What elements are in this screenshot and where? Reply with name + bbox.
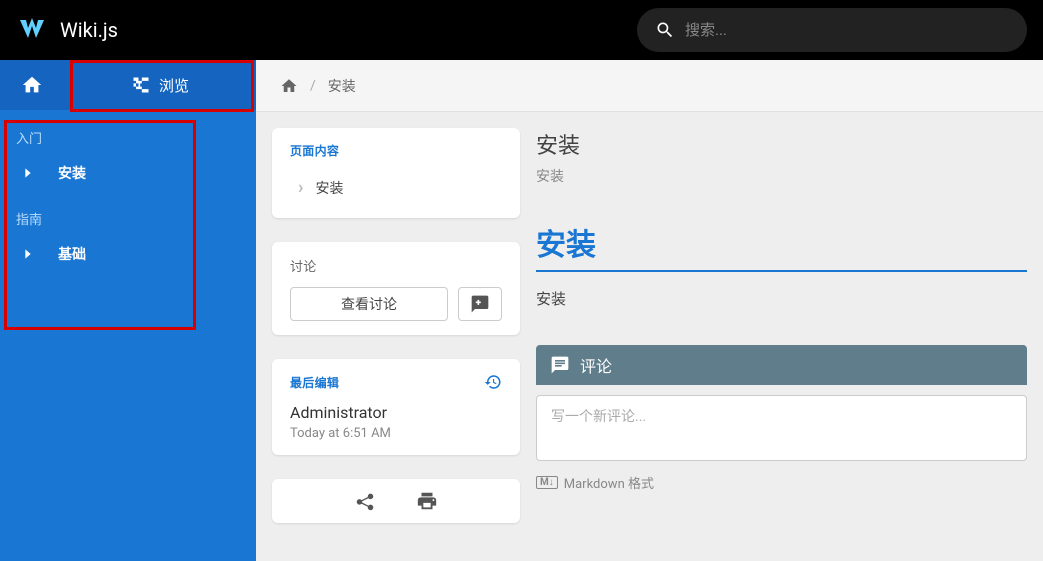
- breadcrumb-current[interactable]: 安装: [328, 76, 356, 96]
- markdown-hint: M↓ Markdown 格式: [536, 473, 1027, 492]
- home-icon: [21, 74, 43, 96]
- toc-header: 页面内容: [290, 142, 502, 159]
- last-edit-header: 最后编辑: [290, 373, 502, 391]
- sidebar-section-title: 入门: [0, 110, 256, 155]
- breadcrumb-sep: /: [310, 78, 316, 94]
- markdown-hint-text: Markdown 格式: [564, 473, 654, 492]
- last-edit-label: 最后编辑: [290, 374, 339, 391]
- sidebar-section-title: 指南: [0, 191, 256, 236]
- sidebar-item-basics[interactable]: 基础: [0, 236, 256, 272]
- discussion-header: 讨论: [290, 256, 502, 275]
- sidebar-item-install[interactable]: 安装: [0, 155, 256, 191]
- discussion-row: 查看讨论: [290, 287, 502, 321]
- browse-tree-icon: [131, 75, 151, 95]
- page-title-block: 安装 安装: [536, 128, 1027, 186]
- top-bar: Wiki.js: [0, 0, 1043, 60]
- last-edit-card: 最后编辑 Administrator Today at 6:51 AM: [272, 359, 520, 455]
- sidebar-nav: 浏览: [0, 60, 256, 110]
- action-row: [272, 479, 520, 523]
- chevron-right-icon: [20, 246, 36, 262]
- last-edit-author: Administrator: [290, 403, 502, 422]
- content-heading: 安装: [536, 220, 1027, 272]
- history-icon[interactable]: [484, 373, 502, 391]
- search-box[interactable]: [637, 8, 1027, 52]
- add-comment-icon: [470, 294, 490, 314]
- home-button[interactable]: [0, 60, 64, 110]
- toc-item[interactable]: 安装: [290, 171, 502, 204]
- share-icon[interactable]: [354, 490, 376, 512]
- view-discussion-button[interactable]: 查看讨论: [290, 287, 448, 321]
- discussion-card: 讨论 查看讨论: [272, 242, 520, 335]
- markdown-badge: M↓: [536, 476, 558, 489]
- browse-button[interactable]: 浏览: [64, 60, 256, 110]
- chevron-right-icon: [20, 165, 36, 181]
- toc-card: 页面内容 安装: [272, 128, 520, 218]
- home-icon[interactable]: [280, 77, 298, 95]
- page-title: 安装: [536, 128, 1027, 160]
- right-column: 安装 安装 安装 安装 评论 写一个新评论... M↓ Markdown 格式: [536, 128, 1027, 523]
- search-icon: [655, 20, 675, 40]
- comment-input[interactable]: 写一个新评论...: [536, 395, 1027, 461]
- content-text: 安装: [536, 288, 1027, 309]
- page-subtitle: 安装: [536, 166, 1027, 186]
- wiki-logo: [16, 14, 48, 46]
- content-row: 页面内容 安装 讨论 查看讨论 最后编辑: [256, 112, 1043, 539]
- browse-label: 浏览: [159, 75, 189, 96]
- add-discussion-button[interactable]: [458, 287, 502, 321]
- layout: 浏览 入门 安装 指南 基础 / 安装 页面内容 安装: [0, 60, 1043, 561]
- sidebar: 浏览 入门 安装 指南 基础: [0, 60, 256, 561]
- sidebar-item-label: 基础: [58, 244, 86, 264]
- last-edit-time: Today at 6:51 AM: [290, 426, 502, 441]
- print-icon[interactable]: [416, 490, 438, 512]
- left-column: 页面内容 安装 讨论 查看讨论 最后编辑: [272, 128, 520, 523]
- search-input[interactable]: [685, 21, 1009, 39]
- comment-icon: [550, 355, 570, 375]
- main: / 安装 页面内容 安装 讨论 查看讨论: [256, 60, 1043, 561]
- sidebar-item-label: 安装: [58, 163, 86, 183]
- comments-header: 评论: [536, 345, 1027, 385]
- breadcrumb: / 安装: [256, 60, 1043, 112]
- comments-label: 评论: [580, 353, 612, 377]
- site-title: Wiki.js: [60, 18, 118, 42]
